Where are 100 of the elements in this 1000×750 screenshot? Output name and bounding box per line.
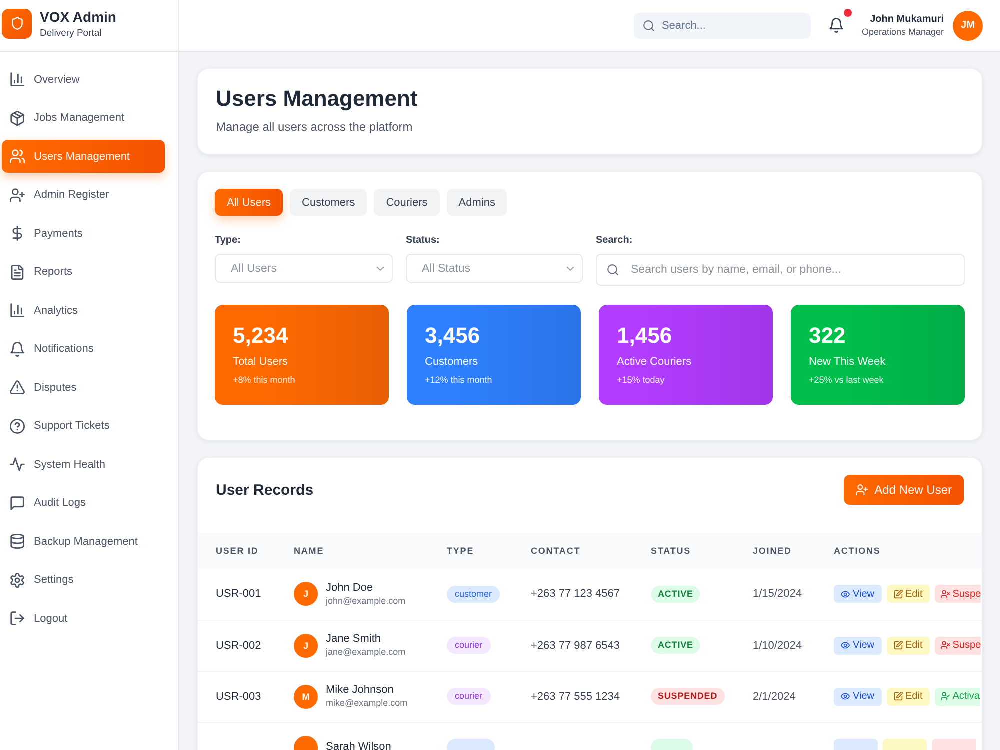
filter-tab[interactable]: Customers — [290, 189, 368, 216]
nav-item[interactable]: Payments — [2, 217, 165, 250]
suspend-button[interactable]: Suspe — [934, 585, 982, 604]
stat-note: +12% this month — [425, 375, 494, 386]
edit-button[interactable]: Edit — [886, 688, 930, 706]
user-name: John Doe — [326, 582, 374, 595]
stat-label: Active Couriers — [617, 355, 693, 369]
search-field[interactable]: Search... — [634, 12, 811, 38]
nav-item[interactable]: Overview — [2, 63, 165, 96]
user-avatar: J — [294, 634, 318, 658]
user-email: jane@example.com — [326, 647, 406, 658]
edit-icon — [894, 590, 902, 599]
stat-value: 1,456 — [617, 323, 674, 349]
joined-date: 1/10/2024 — [753, 640, 802, 652]
nav-item[interactable]: Notifications — [2, 332, 165, 366]
stat-label: Total Users — [233, 355, 290, 369]
nav-item[interactable]: Jobs Management — [2, 102, 165, 134]
stat-note: +25% vs last week — [809, 375, 885, 386]
stat-value: 3,456 — [425, 323, 482, 349]
nav-item[interactable]: Admin Register — [2, 178, 165, 212]
edit-icon — [894, 692, 902, 701]
page-subtitle: Manage all users across the platform — [216, 120, 414, 134]
contact-phone: +263 77 987 6543 — [531, 640, 620, 652]
brand-title: VOX Admin — [40, 8, 116, 24]
bar-chart-icon — [10, 72, 25, 87]
view-button[interactable]: View — [834, 585, 882, 604]
brand-subtitle: Delivery Portal — [40, 28, 103, 38]
nav-item[interactable]: Disputes — [2, 371, 165, 404]
dollar-icon — [10, 226, 25, 241]
filter-label: Status: — [406, 235, 441, 247]
user-plus-icon — [10, 188, 25, 202]
nav-item[interactable]: Logout — [2, 602, 165, 635]
database-icon — [10, 534, 25, 549]
view-button[interactable]: View — [834, 636, 882, 654]
status-tag: SUSPENDED — [651, 688, 725, 705]
user-email: john@example.com — [326, 596, 406, 607]
edit-button[interactable]: Edit — [886, 636, 930, 654]
user-type-tag: customer — [447, 586, 500, 603]
user-name: Sarah Wilson — [326, 741, 392, 750]
filter-tab[interactable]: Couriers — [374, 189, 440, 216]
column-header: STATUS — [651, 546, 692, 556]
warning-icon — [10, 380, 25, 395]
nav-item[interactable]: Settings — [2, 564, 165, 596]
logout-icon — [10, 611, 25, 626]
search-icon — [642, 20, 655, 32]
user-id: USR-001 — [216, 588, 262, 600]
user-x-icon — [940, 641, 950, 650]
nav-item[interactable]: Support Tickets — [2, 410, 165, 442]
pulse-icon — [10, 457, 25, 472]
stat-value: 322 — [809, 323, 847, 349]
column-header: ACTIONS — [834, 546, 881, 556]
eye-icon — [841, 590, 850, 599]
user-plus-icon — [856, 484, 868, 496]
search-icon — [607, 264, 619, 276]
edit-icon — [894, 641, 902, 650]
bell-icon — [10, 342, 25, 356]
chevron-down-icon — [567, 266, 574, 270]
help-icon — [10, 418, 25, 434]
user-type-tag: courier — [447, 688, 491, 705]
status-tag: ACTIVE — [651, 637, 700, 654]
user-avatar: M — [294, 684, 318, 708]
eye-icon — [841, 641, 850, 650]
suspend-button[interactable]: Suspe — [934, 636, 982, 654]
chevron-down-icon — [377, 266, 384, 270]
filter-tab[interactable]: Admins — [446, 189, 508, 216]
user-id: USR-002 — [216, 640, 262, 652]
nav-item[interactable]: Analytics — [2, 294, 165, 327]
user-role: Operations Manager — [862, 26, 944, 38]
page-title: Users Management — [216, 86, 419, 112]
column-header: NAME — [294, 546, 324, 556]
nav-item[interactable]: Audit Logs — [2, 486, 165, 520]
nav-item[interactable]: System Health — [2, 448, 165, 481]
joined-date: 2/1/2024 — [753, 690, 796, 702]
settings-icon — [10, 572, 25, 588]
user-name: Mike Johnson — [326, 684, 395, 697]
filter-label: Type: — [215, 235, 242, 247]
eye-icon — [841, 692, 850, 701]
contact-phone: +263 77 123 4567 — [531, 588, 620, 600]
user-check-icon — [940, 692, 950, 701]
document-icon — [10, 264, 25, 280]
users-icon — [10, 149, 25, 164]
nav-item[interactable]: Reports — [2, 256, 165, 288]
user-name: Jane Smith — [326, 633, 382, 646]
nav-item[interactable]: Backup Management — [2, 525, 165, 558]
stat-label: New This Week — [809, 355, 887, 369]
column-header: JOINED — [753, 546, 792, 556]
edit-button[interactable]: Edit — [886, 585, 930, 604]
user-name: John Mukamuri — [869, 13, 944, 26]
view-button[interactable]: View — [834, 688, 882, 706]
stat-label: Customers — [425, 355, 480, 369]
bar-chart-icon — [10, 303, 25, 318]
user-x-icon — [940, 590, 950, 599]
user-email: mike@example.com — [326, 698, 408, 709]
user-id: USR-003 — [216, 690, 262, 702]
user-type-tag: courier — [447, 637, 491, 654]
stat-note: +8% this month — [233, 375, 296, 386]
user-avatar: J — [294, 582, 318, 606]
chat-bubble-icon — [10, 496, 25, 510]
column-header: USER ID — [216, 546, 259, 556]
bell-icon[interactable] — [828, 18, 844, 33]
